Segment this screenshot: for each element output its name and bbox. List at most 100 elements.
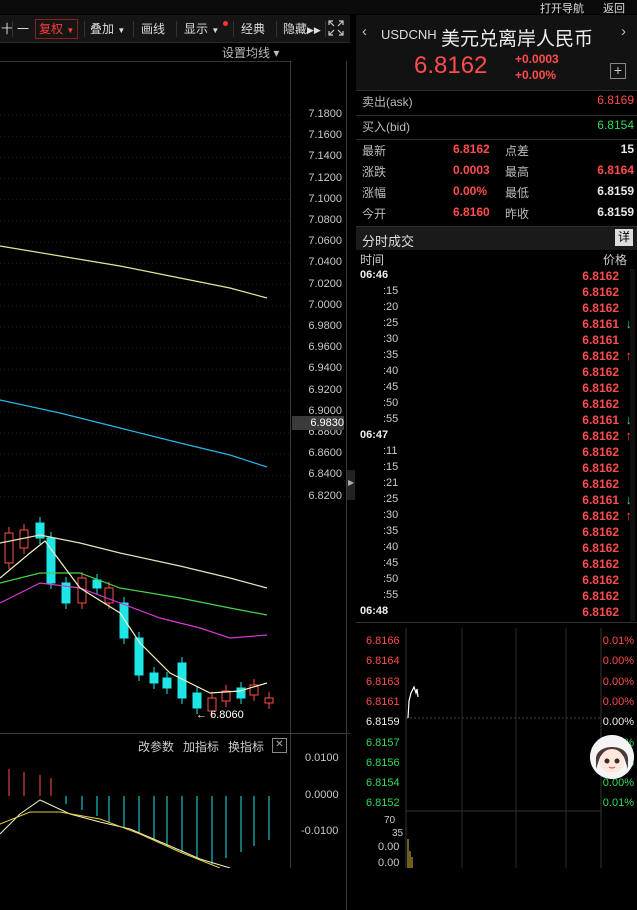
price-axis-tick: 6.8400 (308, 468, 342, 481)
tick-time: :40 (383, 365, 399, 377)
price-axis-tick: 6.9600 (308, 341, 342, 354)
chevron-right-icon[interactable]: › (621, 23, 626, 40)
tick-row: :25 6.8161 ↓ (356, 316, 637, 333)
tick-row: :11 6.8162 (356, 445, 637, 461)
chevron-right-icon: ▶ (348, 478, 355, 487)
vol-label: 70 (384, 815, 396, 826)
price-axis-tick: 6.9800 (308, 320, 342, 332)
price-axis-tick: 7.0800 (308, 214, 342, 226)
axis-line (290, 734, 291, 868)
price-axis-tick: 6.9200 (308, 383, 342, 396)
draw-line-button[interactable]: 画线 (138, 20, 168, 38)
detail-button[interactable]: 详 (615, 229, 633, 246)
tick-price: 6.8162 (582, 589, 619, 603)
tick-price: 6.8162 (582, 541, 619, 555)
stat-value: 6.8159 (597, 205, 634, 219)
overlay-button[interactable]: 叠加 ▼ (87, 20, 128, 38)
dea-line (0, 811, 221, 868)
add-watchlist-icon[interactable]: + (610, 63, 626, 79)
stats-table: 最新 6.8162 点差 15 涨跌 0.0003 最高 6.8164 涨幅 0.00% 最低 6.8… (356, 141, 637, 225)
tick-row: :30 6.8162 ↑ (356, 508, 637, 525)
tick-row: :50 6.8162 (356, 573, 637, 589)
tick-time: :21 (383, 477, 399, 489)
price-change-pct: +0.00% (515, 68, 557, 82)
tick-row: :15 6.8162 (356, 285, 637, 301)
ticks-list[interactable]: 06:46 6.8162:15 6.8162:20 6.8162:25 6.8161 ↓:… (356, 269, 637, 621)
stat-value: 6.8160 (453, 205, 490, 219)
minus-button[interactable]: 一 (14, 20, 32, 38)
tick-row: :35 6.8162 ↑ (356, 348, 637, 365)
divider (356, 115, 637, 116)
tick-row: :45 6.8162 (356, 381, 637, 397)
tick-row: :50 6.8162 (356, 397, 637, 413)
candle-body (264, 697, 274, 704)
stat-label: 昨收 (505, 207, 530, 221)
stats-row: 涨幅 0.00% 最低 6.8159 (356, 184, 637, 200)
back-link[interactable]: 返回 (603, 0, 625, 16)
tick-time: :25 (383, 493, 399, 505)
price-axis-tick: 7.0000 (308, 298, 342, 311)
ma-line-purple (0, 582, 268, 639)
tick-time: :15 (383, 285, 399, 297)
adjust-button[interactable]: 复权 ▼ (35, 19, 79, 39)
tick-price: 6.8161 (582, 413, 619, 427)
display-button[interactable]: 显示 ▼ (181, 20, 222, 38)
tick-price: 6.8162 (582, 349, 619, 363)
classic-button[interactable]: 经典 (238, 20, 268, 38)
tick-row: :45 6.8162 (356, 557, 637, 573)
ask-value: 6.8169 (597, 93, 634, 107)
candle-body (134, 637, 144, 676)
tick-price: 6.8162 (582, 285, 619, 299)
open-nav-link[interactable]: 打开导航 (540, 0, 584, 16)
price-axis-tick: 6.8200 (308, 489, 342, 502)
tick-price: 6.8162 (582, 397, 619, 411)
tick-time: :15 (383, 461, 399, 473)
macd-svg (0, 769, 270, 868)
tick-price: 6.8162 (582, 509, 619, 523)
quote-header: ‹ USDCNH 美元兑离岸人民币 › 6.8162 +0.0003 +0.00… (356, 15, 637, 91)
kline-chart-area[interactable]: 设置均线 ▾ 7.1800 7.1600 7.1400 7.1200 7.1000 7.0… (0, 43, 350, 910)
tick-row: 06:47 6.8162 ↑ (356, 428, 637, 445)
price-axis-tick: 6.9400 (308, 362, 342, 375)
price-axis: 7.1800 7.1600 7.1400 7.1200 7.1000 7.0800 7.06… (290, 43, 342, 733)
chevron-left-icon[interactable]: ‹ (362, 23, 367, 40)
tick-price: 6.8162 (582, 301, 619, 315)
tick-price: 6.8162 (582, 525, 619, 539)
tick-price: 6.8161 (582, 333, 619, 347)
tick-row: :30 6.8161 (356, 333, 637, 349)
ticks-header: 分时成交 详 (356, 226, 637, 250)
tick-row: :21 6.8162 (356, 477, 637, 493)
stat-label: 点差 (505, 144, 530, 158)
tick-price: 6.8162 (582, 365, 619, 379)
tick-price: 6.8162 (582, 461, 619, 475)
ticks-columns: 时间 价格 (356, 251, 637, 267)
tick-time: 06:46 (360, 269, 389, 281)
ticks-title: 分时成交 (362, 234, 415, 249)
chart-toolbar: 十 一 复权 ▼ 叠加 ▼ 画线 显示 ▼ 经典 隐藏▶▶ (0, 15, 350, 43)
stat-value: 6.8159 (597, 184, 634, 198)
ask-label: 卖出(ask) (362, 95, 413, 109)
tick-time: :55 (383, 413, 399, 425)
candle-body (162, 677, 172, 689)
price-axis-tick: 7.1000 (308, 192, 342, 205)
price-axis-tick: 7.0400 (308, 256, 342, 269)
fullscreen-icon[interactable] (328, 20, 344, 39)
ticks-scrollbar[interactable] (630, 269, 635, 621)
candle-body (192, 692, 202, 709)
assistant-avatar[interactable] (590, 735, 634, 779)
price-axis-tick: 7.1800 (308, 108, 342, 120)
tick-row: :55 6.8162 (356, 589, 637, 605)
tick-time: :40 (383, 541, 399, 553)
divider (233, 21, 234, 37)
tick-price: 6.8162 (582, 557, 619, 571)
expand-arrows-icon: ▶▶ (307, 25, 321, 35)
tick-time: :50 (383, 397, 399, 409)
chevron-down-icon: ▼ (66, 26, 75, 35)
chevron-down-icon: ▼ (211, 26, 220, 35)
tick-row: :40 6.8162 (356, 541, 637, 557)
tick-time: :25 (383, 317, 399, 329)
chevron-down-icon: ▼ (117, 26, 126, 35)
hide-button[interactable]: 隐藏▶▶ (280, 20, 324, 38)
tick-time: :45 (383, 381, 399, 393)
collapse-handle[interactable]: ▶ (347, 470, 355, 500)
